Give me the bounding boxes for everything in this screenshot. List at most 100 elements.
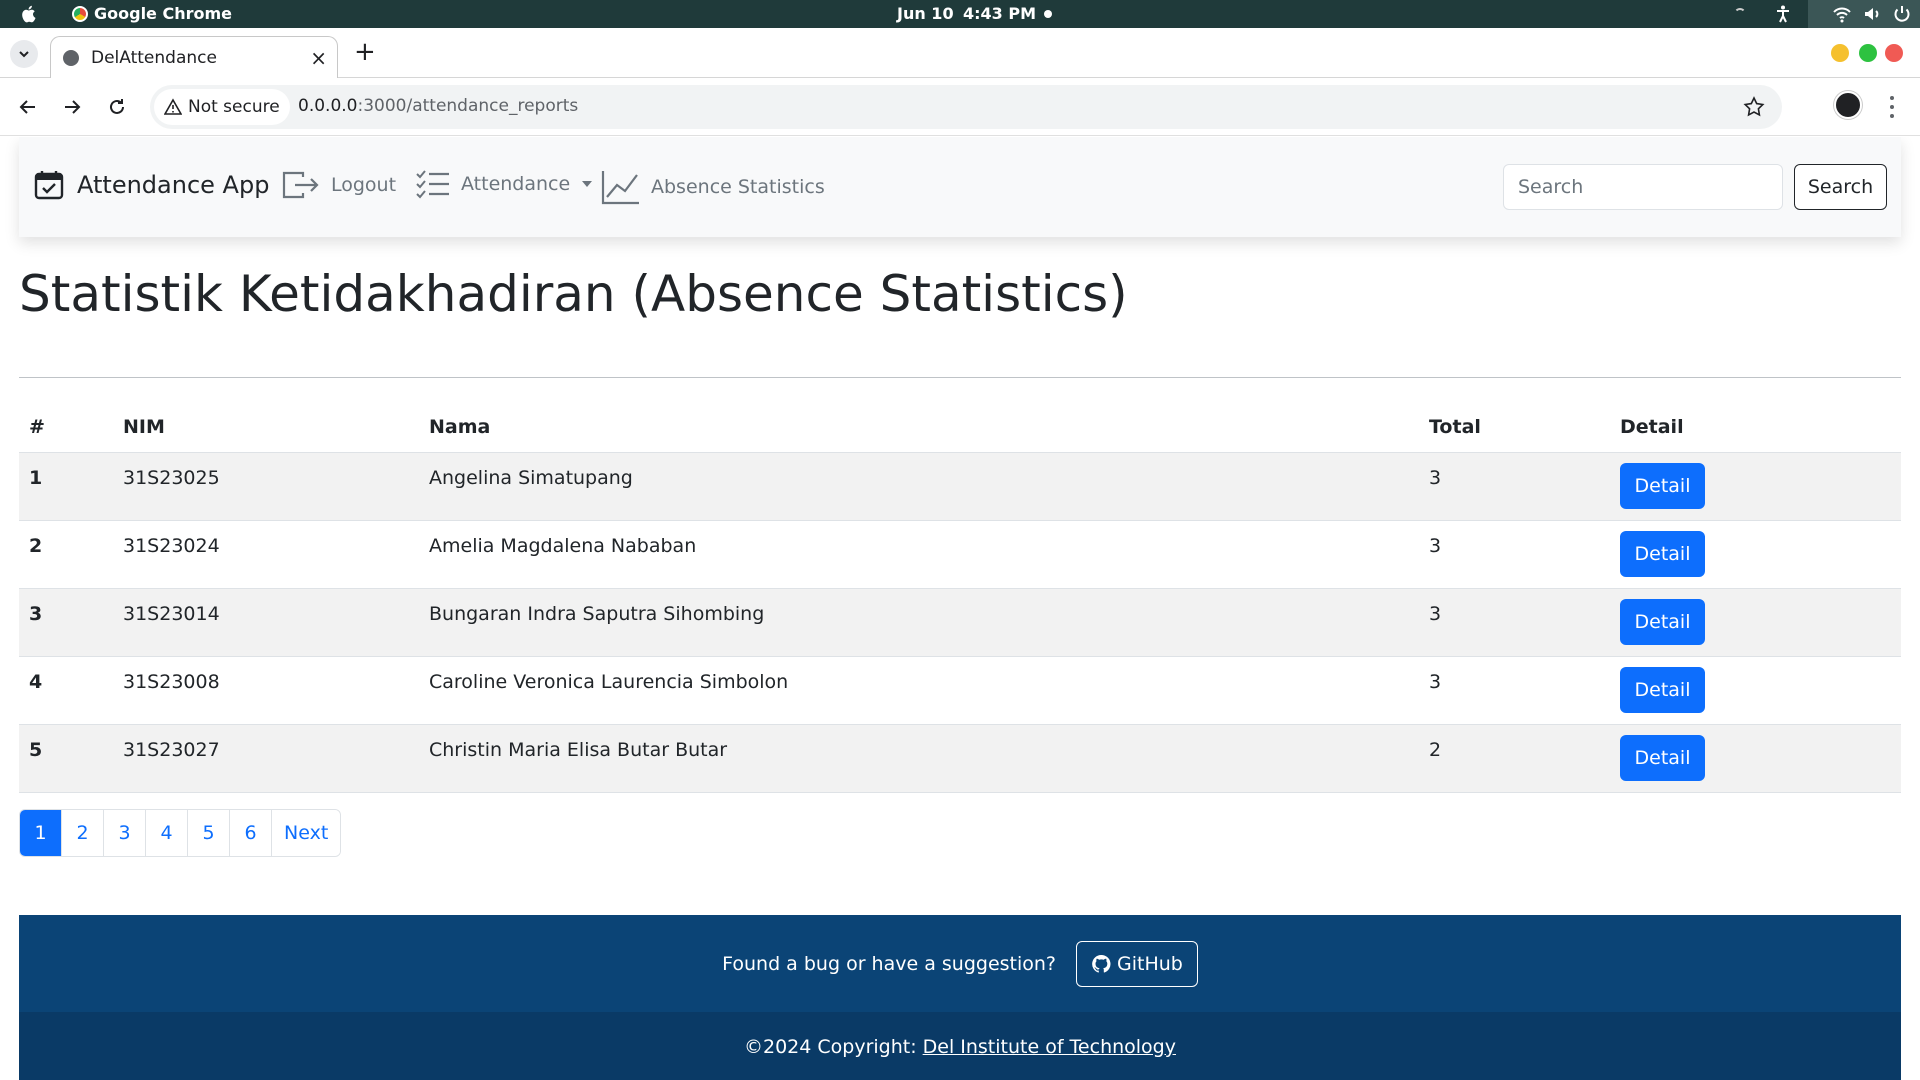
- wifi-icon: [1833, 7, 1851, 23]
- close-tab-icon[interactable]: ×: [310, 46, 327, 70]
- attendance-label: Attendance: [461, 173, 571, 195]
- maximize-window-button[interactable]: [1859, 44, 1877, 62]
- table-row: 4 31S23008 Caroline Veronica Laurencia S…: [19, 656, 1901, 725]
- detail-button[interactable]: Detail: [1620, 530, 1705, 577]
- row-nama: Christin Maria Elisa Butar Butar: [419, 724, 1419, 793]
- browser-tab-strip: DelAttendance × +: [0, 28, 1920, 78]
- warning-icon: [164, 98, 182, 115]
- new-tab-button[interactable]: +: [354, 39, 376, 65]
- pagination: 1 2 3 4 5 6 Next: [19, 809, 342, 857]
- search-input[interactable]: Search: [1503, 164, 1783, 210]
- absence-statistics-label: Absence Statistics: [651, 176, 825, 198]
- page-link-5[interactable]: 5: [188, 810, 230, 856]
- absence-statistics-link[interactable]: Absence Statistics: [601, 169, 825, 205]
- institution-link[interactable]: Del Institute of Technology: [923, 1036, 1176, 1058]
- bookmark-star-icon[interactable]: [1742, 95, 1766, 119]
- web-page: Attendance App Logout Attendance Absence…: [0, 137, 1920, 1080]
- row-nama: Amelia Magdalena Nababan: [419, 520, 1419, 589]
- address-bar[interactable]: Not secure 0.0.0.0:3000/attendance_repor…: [150, 85, 1782, 129]
- table-header-row: # NIM Nama Total Detail: [19, 402, 1901, 453]
- os-time[interactable]: 4:43 PM: [963, 4, 1036, 23]
- row-detail-cell: Detail: [1610, 724, 1901, 793]
- row-nama: Angelina Simatupang: [419, 452, 1419, 521]
- row-index: 1: [19, 452, 113, 521]
- logout-link[interactable]: Logout: [281, 169, 396, 201]
- column-header-nim: NIM: [113, 402, 419, 453]
- absence-table: # NIM Nama Total Detail 1 31S23025 Angel…: [19, 402, 1901, 793]
- active-app-name[interactable]: Google Chrome: [72, 4, 232, 23]
- column-header-index: #: [19, 402, 113, 453]
- row-nim: 31S23027: [113, 724, 419, 793]
- table-row: 1 31S23025 Angelina Simatupang 3 Detail: [19, 452, 1901, 521]
- system-tray[interactable]: [1808, 0, 1920, 28]
- page-link-6[interactable]: 6: [230, 810, 272, 856]
- page-link-next[interactable]: Next: [272, 810, 341, 856]
- page-link-2[interactable]: 2: [62, 810, 104, 856]
- back-button[interactable]: [14, 93, 42, 121]
- close-window-button[interactable]: [1885, 44, 1903, 62]
- volume-icon: [1865, 8, 1879, 20]
- app-name-label: Google Chrome: [94, 4, 233, 23]
- row-total: 3: [1419, 588, 1610, 657]
- caret-down-icon: [582, 181, 593, 187]
- browser-toolbar: Not secure 0.0.0.0:3000/attendance_repor…: [0, 78, 1920, 136]
- page-link-4[interactable]: 4: [146, 810, 188, 856]
- divider: [19, 377, 1901, 378]
- row-index: 4: [19, 656, 113, 725]
- detail-button[interactable]: Detail: [1620, 734, 1705, 781]
- github-icon: [1092, 954, 1111, 973]
- page-link-1[interactable]: 1: [20, 810, 62, 856]
- row-nim: 31S23025: [113, 452, 419, 521]
- column-header-detail: Detail: [1610, 402, 1901, 453]
- navbar-brand[interactable]: Attendance App: [33, 169, 269, 201]
- row-nim: 31S23014: [113, 588, 419, 657]
- power-icon: [1894, 6, 1910, 22]
- github-button[interactable]: GitHub: [1076, 940, 1198, 987]
- row-index: 3: [19, 588, 113, 657]
- reload-icon: [110, 99, 124, 114]
- column-header-nama: Nama: [419, 402, 1419, 453]
- footer-feedback: Found a bug or have a suggestion? GitHub: [19, 915, 1901, 1012]
- tab-search-button[interactable]: [10, 40, 38, 68]
- attendance-dropdown[interactable]: Attendance: [415, 169, 593, 199]
- url-text[interactable]: 0.0.0.0:3000/attendance_reports: [298, 96, 578, 116]
- brand-label: Attendance App: [77, 171, 270, 199]
- detail-button[interactable]: Detail: [1620, 462, 1705, 509]
- footer-copyright: ©2024 Copyright: Del Institute of Techno…: [19, 1012, 1901, 1080]
- github-label: GitHub: [1117, 952, 1183, 975]
- logout-icon: [282, 171, 319, 199]
- row-detail-cell: Detail: [1610, 520, 1901, 589]
- profile-avatar[interactable]: [1834, 91, 1862, 119]
- row-index: 5: [19, 724, 113, 793]
- arrow-left-icon: [19, 100, 35, 114]
- browser-tab-active[interactable]: DelAttendance ×: [50, 36, 338, 78]
- row-total: 3: [1419, 452, 1610, 521]
- loading-spinner-icon: [1734, 8, 1746, 20]
- globe-icon: [63, 50, 79, 66]
- detail-button[interactable]: Detail: [1620, 666, 1705, 713]
- checklist-icon: [416, 170, 449, 199]
- row-detail-cell: Detail: [1610, 452, 1901, 521]
- forward-button[interactable]: [58, 93, 86, 121]
- column-header-total: Total: [1419, 402, 1610, 453]
- arrow-right-icon: [65, 100, 81, 114]
- row-total: 3: [1419, 520, 1610, 589]
- browser-menu-icon[interactable]: [1882, 93, 1902, 121]
- security-indicator[interactable]: Not secure: [154, 89, 290, 125]
- reload-button[interactable]: [103, 93, 131, 121]
- detail-button[interactable]: Detail: [1620, 598, 1705, 645]
- url-path: :3000/attendance_reports: [357, 96, 579, 116]
- row-nama: Caroline Veronica Laurencia Simbolon: [419, 656, 1419, 725]
- page-link-3[interactable]: 3: [104, 810, 146, 856]
- apple-icon[interactable]: [20, 4, 38, 24]
- copyright-text: ©2024 Copyright:: [743, 1036, 917, 1058]
- os-date[interactable]: Jun 10: [897, 4, 954, 23]
- url-host: 0.0.0.0: [298, 96, 358, 116]
- table-row: 5 31S23027 Christin Maria Elisa Butar Bu…: [19, 724, 1901, 793]
- calendar-check-icon: [34, 171, 64, 200]
- table-row: 3 31S23014 Bungaran Indra Saputra Sihomb…: [19, 588, 1901, 657]
- search-button[interactable]: Search: [1794, 164, 1887, 210]
- minimize-window-button[interactable]: [1831, 44, 1849, 62]
- accessibility-icon[interactable]: [1773, 4, 1793, 24]
- row-total: 2: [1419, 724, 1610, 793]
